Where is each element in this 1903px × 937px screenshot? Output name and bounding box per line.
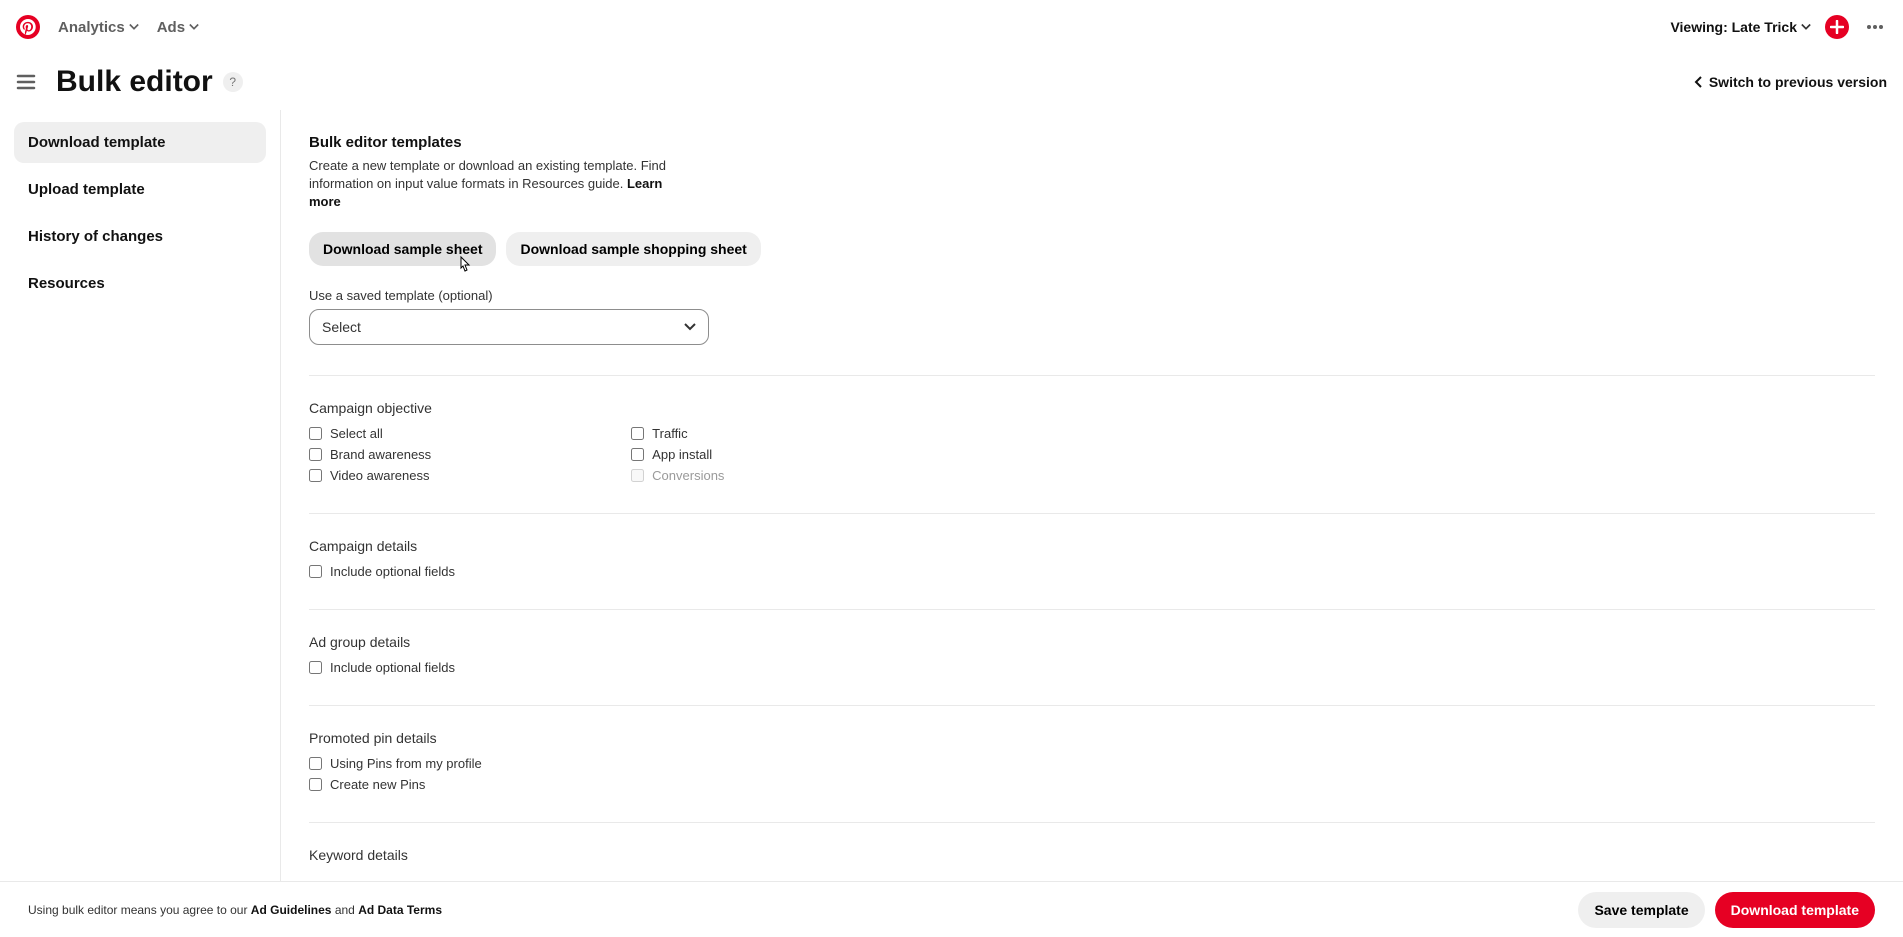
chevron-down-icon xyxy=(129,22,139,32)
chevron-down-icon xyxy=(1801,22,1811,32)
sidebar-item-upload-template[interactable]: Upload template xyxy=(14,169,266,210)
checkbox-label: Video awareness xyxy=(330,468,430,483)
checkbox-campaign-optional[interactable]: Include optional fields xyxy=(309,564,1875,579)
checkbox-input[interactable] xyxy=(631,448,644,461)
page-title: Bulk editor xyxy=(56,65,213,99)
analytics-label: Analytics xyxy=(58,19,125,36)
download-template-button[interactable]: Download template xyxy=(1715,892,1875,928)
account-switcher[interactable]: Viewing: Late Trick xyxy=(1670,19,1811,35)
checkbox-brand-awareness[interactable]: Brand awareness xyxy=(309,447,431,462)
save-template-button[interactable]: Save template xyxy=(1578,892,1704,928)
menu-icon[interactable] xyxy=(16,72,36,92)
checkbox-input[interactable] xyxy=(309,565,322,578)
chevron-down-icon xyxy=(189,22,199,32)
ads-menu[interactable]: Ads xyxy=(157,19,199,36)
plus-icon xyxy=(1830,20,1844,34)
saved-template-select[interactable]: Select xyxy=(309,309,709,345)
pinterest-logo[interactable] xyxy=(16,15,40,39)
campaign-objective-title: Campaign objective xyxy=(309,400,1875,416)
checkbox-label: Traffic xyxy=(652,426,687,441)
checkbox-input[interactable] xyxy=(309,757,322,770)
select-value: Select xyxy=(322,319,361,335)
checkbox-label: App install xyxy=(652,447,712,462)
footer-bar: Using bulk editor means you agree to our… xyxy=(0,881,1903,937)
checkbox-traffic[interactable]: Traffic xyxy=(631,426,724,441)
sidebar-item-resources[interactable]: Resources xyxy=(14,263,266,304)
checkbox-video-awareness[interactable]: Video awareness xyxy=(309,468,431,483)
checkbox-input[interactable] xyxy=(309,448,322,461)
download-shopping-button[interactable]: Download sample shopping sheet xyxy=(506,232,760,266)
main-content: Bulk editor templates Create a new templ… xyxy=(280,110,1903,881)
ad-guidelines-link[interactable]: Ad Guidelines xyxy=(251,903,332,917)
checkbox-input[interactable] xyxy=(309,469,322,482)
viewing-label: Viewing: Late Trick xyxy=(1670,19,1797,35)
saved-template-label: Use a saved template (optional) xyxy=(309,288,1875,303)
ellipsis-icon xyxy=(1866,18,1884,36)
help-icon[interactable]: ? xyxy=(223,72,243,92)
page-header: Bulk editor ? Switch to previous version xyxy=(0,54,1903,110)
divider xyxy=(309,513,1875,514)
checkbox-app-install[interactable]: App install xyxy=(631,447,724,462)
divider xyxy=(309,609,1875,610)
checkbox-label: Brand awareness xyxy=(330,447,431,462)
checkbox-label: Using Pins from my profile xyxy=(330,756,482,771)
keyword-details-title: Keyword details xyxy=(309,847,1875,863)
checkbox-input[interactable] xyxy=(309,661,322,674)
chevron-left-icon xyxy=(1693,76,1705,88)
sidebar-item-history[interactable]: History of changes xyxy=(14,216,266,257)
divider xyxy=(309,822,1875,823)
checkbox-create-pins[interactable]: Create new Pins xyxy=(309,777,1875,792)
templates-desc-text: Create a new template or download an exi… xyxy=(309,158,666,191)
more-menu[interactable] xyxy=(1863,15,1887,39)
top-nav: Analytics Ads Viewing: Late Trick xyxy=(0,0,1903,54)
ads-label: Ads xyxy=(157,19,185,36)
download-sample-button[interactable]: Download sample sheet xyxy=(309,232,496,266)
footer-text: Using bulk editor means you agree to our… xyxy=(28,903,442,917)
checkbox-using-pins[interactable]: Using Pins from my profile xyxy=(309,756,1875,771)
checkbox-conversions: Conversions xyxy=(631,468,724,483)
templates-desc: Create a new template or download an exi… xyxy=(309,157,669,212)
chevron-down-icon xyxy=(684,321,696,333)
campaign-details-title: Campaign details xyxy=(309,538,1875,554)
ad-data-terms-link[interactable]: Ad Data Terms xyxy=(358,903,442,917)
analytics-menu[interactable]: Analytics xyxy=(58,19,139,36)
create-button[interactable] xyxy=(1825,15,1849,39)
checkbox-label: Select all xyxy=(330,426,383,441)
switch-version-link[interactable]: Switch to previous version xyxy=(1693,74,1887,90)
divider xyxy=(309,705,1875,706)
checkbox-label: Include optional fields xyxy=(330,660,455,675)
checkbox-select-all[interactable]: Select all xyxy=(309,426,431,441)
promoted-pin-title: Promoted pin details xyxy=(309,730,1875,746)
templates-title: Bulk editor templates xyxy=(309,134,1875,151)
checkbox-input[interactable] xyxy=(631,427,644,440)
checkbox-adgroup-optional[interactable]: Include optional fields xyxy=(309,660,1875,675)
checkbox-input[interactable] xyxy=(309,427,322,440)
footer-and: and xyxy=(331,903,358,917)
checkbox-label: Create new Pins xyxy=(330,777,425,792)
checkbox-label: Conversions xyxy=(652,468,724,483)
footer-pre: Using bulk editor means you agree to our xyxy=(28,903,251,917)
checkbox-label: Include optional fields xyxy=(330,564,455,579)
ad-group-details-title: Ad group details xyxy=(309,634,1875,650)
sidebar-item-download-template[interactable]: Download template xyxy=(14,122,266,163)
checkbox-input xyxy=(631,469,644,482)
sidebar: Download template Upload template Histor… xyxy=(0,110,280,881)
switch-version-label: Switch to previous version xyxy=(1709,74,1887,90)
divider xyxy=(309,375,1875,376)
checkbox-input[interactable] xyxy=(309,778,322,791)
